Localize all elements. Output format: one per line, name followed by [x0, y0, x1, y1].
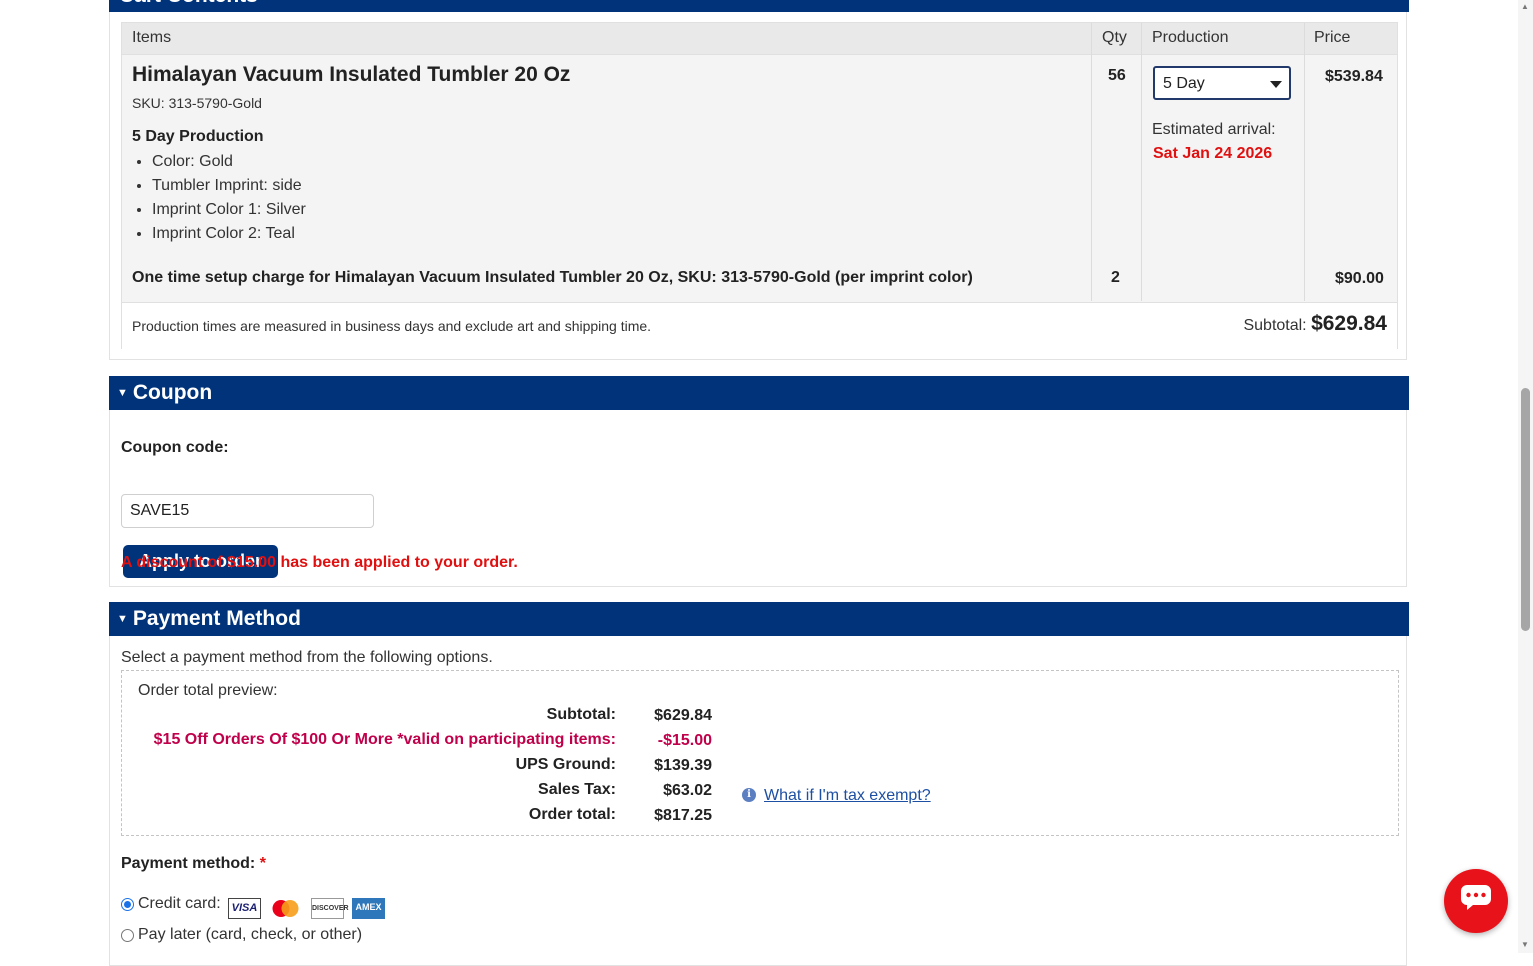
discover-icon: DISCOVER: [311, 898, 349, 919]
setup-price: $90.00: [1335, 270, 1384, 287]
option-item: Tumbler Imprint: side: [152, 174, 306, 198]
cart-table-header: Items Qty Production Price: [122, 23, 1397, 55]
preview-label: Order total preview:: [138, 682, 278, 699]
coupon-panel: Coupon code: Apply to order A discount o…: [109, 410, 1407, 587]
coupon-section-title: Coupon: [132, 381, 213, 404]
scroll-down-icon[interactable]: ▼: [1521, 940, 1529, 949]
cart-panel: Items Qty Production Price Himalayan Vac…: [109, 12, 1407, 360]
chat-button[interactable]: [1444, 869, 1508, 933]
column-divider: [1091, 23, 1092, 301]
credit-card-label[interactable]: Credit card:: [138, 895, 221, 913]
pay-later-radio[interactable]: [121, 929, 134, 942]
header-items: Items: [132, 29, 172, 46]
required-asterisk: *: [259, 855, 266, 872]
header-production: Production: [1152, 29, 1229, 46]
payment-method-label: Payment method:: [121, 855, 256, 872]
column-divider: [1141, 23, 1142, 301]
coupon-code-input[interactable]: [121, 494, 374, 528]
product-price: $539.84: [1325, 68, 1383, 85]
cart-footer: Production times are measured in busines…: [122, 302, 1397, 349]
payment-panel: Select a payment method from the followi…: [109, 636, 1407, 966]
estimated-arrival-label: Estimated arrival:: [1152, 121, 1276, 138]
preview-tax-label: Sales Tax:: [538, 781, 616, 798]
option-item: Imprint Color 1: Silver: [152, 198, 306, 222]
scroll-up-icon[interactable]: ▲: [1521, 2, 1529, 11]
subtotal-value: $629.84: [1311, 312, 1387, 335]
preview-total-value: $817.25: [654, 807, 712, 824]
product-title: Himalayan Vacuum Insulated Tumbler 20 Oz: [132, 63, 571, 86]
production-select[interactable]: 5 Day: [1153, 66, 1291, 100]
coupon-section-header[interactable]: ▼ Coupon: [109, 376, 1409, 410]
visa-icon: VISA: [228, 898, 261, 919]
subtotal-label: Subtotal:: [1243, 317, 1307, 334]
column-divider: [1304, 23, 1305, 301]
cart-section-title: Cart Contents: [119, 0, 258, 8]
chat-bubble-icon: [1461, 885, 1491, 910]
header-qty: Qty: [1102, 29, 1127, 46]
pay-later-label[interactable]: Pay later (card, check, or other): [138, 926, 362, 944]
payment-section-title: Payment Method: [132, 607, 301, 630]
preview-subtotal-value: $629.84: [654, 707, 712, 724]
coupon-code-label: Coupon code:: [121, 439, 229, 456]
caret-down-icon: ▼: [117, 387, 128, 399]
mastercard-icon: [269, 898, 302, 919]
scrollbar-thumb[interactable]: [1521, 388, 1530, 631]
cart-table: Items Qty Production Price Himalayan Vac…: [121, 22, 1398, 349]
product-sku: SKU: 313-5790-Gold: [132, 95, 262, 111]
production-select-value: 5 Day: [1163, 75, 1205, 92]
preview-shipping-value: $139.39: [654, 757, 712, 774]
order-total-preview: Order total preview: Subtotal: $629.84 $…: [121, 670, 1399, 836]
preview-discount-value: -$15.00: [657, 732, 712, 749]
preview-discount-label: $15 Off Orders Of $100 Or More *valid on…: [153, 731, 616, 748]
cart-section-header[interactable]: Cart Contents: [109, 0, 1409, 12]
tax-exempt-link[interactable]: What if I'm tax exempt?: [764, 787, 931, 805]
setup-charge-label: One time setup charge for Himalayan Vacu…: [132, 269, 973, 286]
option-item: Color: Gold: [152, 150, 306, 174]
product-qty: 56: [1108, 67, 1126, 84]
caret-down-icon: ▼: [117, 613, 128, 625]
chevron-down-icon: [1270, 81, 1282, 88]
option-item: Imprint Color 2: Teal: [152, 222, 306, 246]
estimated-arrival-date: Sat Jan 24 2026: [1153, 145, 1273, 162]
credit-card-radio[interactable]: [121, 898, 134, 911]
setup-qty: 2: [1111, 269, 1120, 286]
preview-subtotal-label: Subtotal:: [546, 706, 616, 723]
amex-icon: AMEX: [352, 898, 385, 919]
coupon-success-message: A discount of $15.00 has been applied to…: [121, 554, 518, 571]
payment-intro: Select a payment method from the followi…: [121, 649, 493, 666]
preview-shipping-label: UPS Ground:: [515, 756, 616, 773]
preview-tax-value: $63.02: [663, 782, 712, 799]
production-footnote: Production times are measured in busines…: [132, 318, 652, 334]
production-label: 5 Day Production: [132, 128, 264, 145]
payment-section-header[interactable]: ▼ Payment Method: [109, 602, 1409, 636]
product-options: Color: Gold Tumbler Imprint: side Imprin…: [132, 150, 306, 246]
info-icon: i: [742, 788, 756, 802]
preview-total-label: Order total:: [528, 806, 616, 823]
header-price: Price: [1314, 29, 1351, 46]
